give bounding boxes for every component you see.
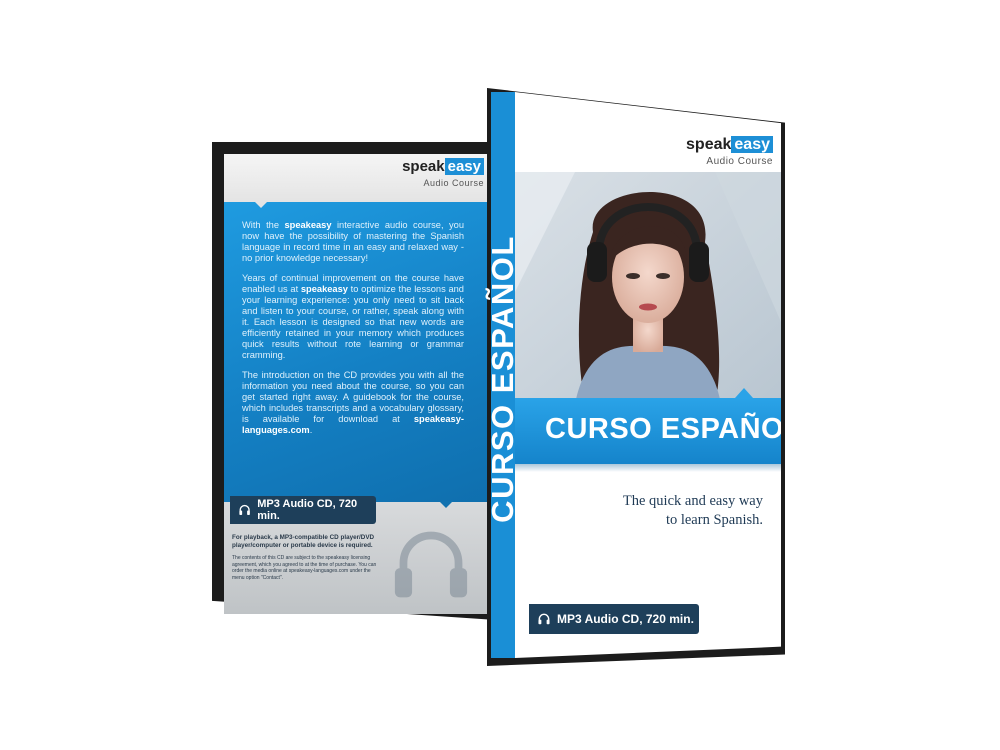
front-panel: speak easy Audio Course CURSO ESPAÑOL Th… [515, 92, 781, 658]
back-fine-print: For playback, a MP3-compatible CD player… [232, 534, 380, 581]
back-header: speak easy Audio Course [224, 154, 490, 202]
front-logo-speak: speak [686, 136, 732, 153]
text-run: . [309, 425, 313, 435]
front-format-badge: MP3 Audio CD, 720 min. [529, 604, 699, 634]
front-logo-subtitle: Audio Course [706, 156, 773, 167]
title-band-notch [735, 388, 753, 398]
back-paragraph-1: With the speakeasy interactive audio cou… [242, 220, 464, 264]
spine-title: CURSO ESPAÑOL [485, 235, 520, 523]
product-scene: speak easy Audio Course With the speakeas… [0, 0, 1000, 750]
back-notch [254, 201, 268, 208]
text-run: to optimize the lessons and your learnin… [242, 284, 464, 360]
back-description: With the speakeasy interactive audio cou… [242, 220, 464, 445]
front-cover: CURSO ESPAÑOL speak easy Audio Course CU… [485, 88, 785, 666]
text-run: With the [242, 220, 285, 230]
headphones-icon [239, 504, 250, 515]
tagline-line-2: to learn Spanish. [665, 512, 763, 528]
back-footer-notch [439, 501, 453, 508]
headphones-icon [538, 613, 550, 625]
front-format-label: MP3 Audio CD, 720 min. [557, 612, 694, 626]
back-logo-subtitle: Audio Course [423, 178, 484, 188]
title-band: CURSO ESPAÑOL [515, 388, 781, 464]
tagline-line-1: The quick and easy way [622, 493, 763, 509]
back-playback-note: For playback, a MP3-compatible CD player… [232, 534, 375, 549]
front-logo-easy: easy [731, 136, 773, 153]
title-band-shadow [515, 464, 781, 472]
back-paragraph-2: Years of continual improvement on the co… [242, 273, 464, 361]
front-logo: speak easy Audio Course [686, 136, 773, 167]
cover-photo [515, 172, 781, 404]
back-license-note: The contents of this CD are subject to t… [232, 555, 377, 581]
large-headphones-icon [394, 531, 468, 598]
back-cover: speak easy Audio Course With the speakeas… [212, 142, 496, 620]
cover-title: CURSO ESPAÑOL [545, 413, 781, 445]
back-description-panel: With the speakeasy interactive audio cou… [224, 201, 490, 502]
brand-emphasis: speakeasy [284, 220, 332, 230]
back-format-badge: MP3 Audio CD, 720 min. [230, 496, 376, 524]
back-logo-speak: speak [402, 158, 445, 175]
back-logo: speak easy Audio Course [402, 158, 484, 188]
back-paragraph-3: The introduction on the CD provides you … [242, 370, 464, 436]
spine: CURSO ESPAÑOL [485, 92, 520, 658]
back-logo-easy: easy [444, 158, 484, 175]
back-format-label: MP3 Audio CD, 720 min. [257, 498, 358, 522]
brand-emphasis: speakeasy [300, 284, 348, 294]
tagline: The quick and easy way to learn Spanish. [623, 492, 763, 530]
